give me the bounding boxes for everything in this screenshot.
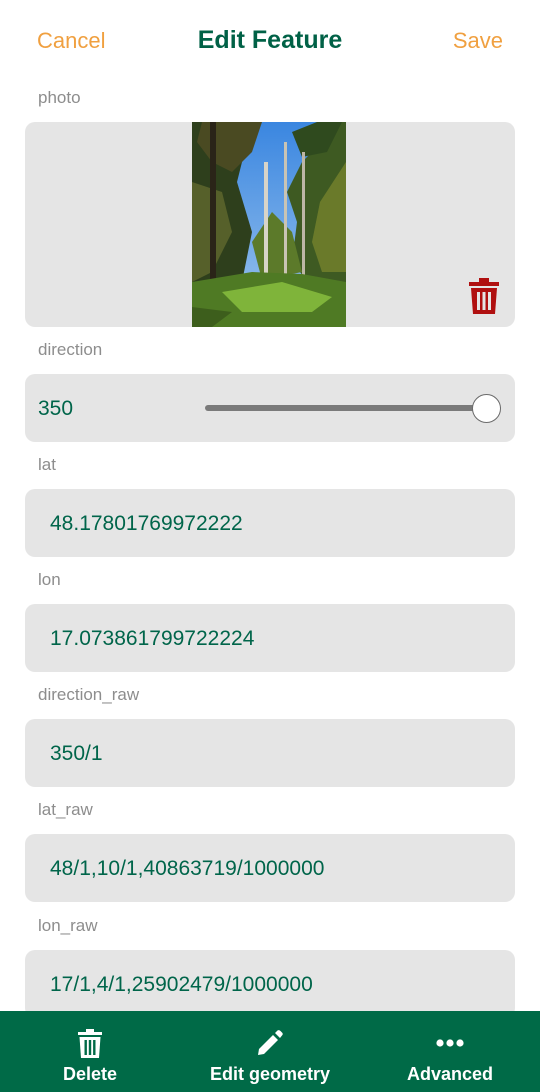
lon-raw-value: 17/1,4/1,25902479/1000000 bbox=[50, 973, 313, 996]
photo-field[interactable] bbox=[25, 122, 515, 327]
lat-raw-label: lat_raw bbox=[38, 800, 93, 819]
delete-label: Delete bbox=[62, 1064, 118, 1084]
photo-thumbnail bbox=[192, 122, 346, 327]
delete-button[interactable]: Delete bbox=[10, 1011, 170, 1092]
lon-raw-label: lon_raw bbox=[38, 916, 98, 935]
edit-feature-screen: Cancel Edit Feature Save photo direction… bbox=[0, 0, 540, 1092]
lat-value: 48.17801769972222 bbox=[50, 512, 243, 535]
save-button[interactable]: Save bbox=[453, 28, 503, 54]
photo-image[interactable] bbox=[192, 122, 346, 327]
lat-label: lat bbox=[38, 455, 56, 474]
lon-raw-input[interactable]: 17/1,4/1,25902479/1000000 bbox=[25, 950, 515, 1018]
direction-label: direction bbox=[38, 340, 103, 359]
advanced-button[interactable]: Advanced bbox=[370, 1011, 530, 1092]
edit-geometry-button[interactable]: Edit geometry bbox=[190, 1011, 350, 1092]
lon-input[interactable]: 17.073861799722224 bbox=[25, 604, 515, 672]
lat-raw-input[interactable]: 48/1,10/1,40863719/1000000 bbox=[25, 834, 515, 902]
advanced-label: Advanced bbox=[406, 1064, 494, 1084]
bottom-toolbar: Delete Edit geometry Advanced bbox=[0, 1011, 540, 1092]
direction-raw-value: 350/1 bbox=[50, 742, 103, 765]
photo-label: photo bbox=[38, 88, 81, 107]
pencil-icon bbox=[257, 1028, 283, 1058]
lon-value: 17.073861799722224 bbox=[50, 627, 255, 650]
direction-value: 350 bbox=[38, 397, 74, 420]
direction-raw-input[interactable]: 350/1 bbox=[25, 719, 515, 787]
lon-label: lon bbox=[38, 570, 61, 589]
direction-field: 350 bbox=[25, 374, 515, 442]
delete-photo-trash-icon[interactable] bbox=[469, 278, 499, 314]
direction-raw-label: direction_raw bbox=[38, 685, 140, 704]
edit-geometry-label: Edit geometry bbox=[209, 1064, 331, 1084]
header: Cancel Edit Feature Save bbox=[0, 0, 540, 82]
direction-slider-thumb[interactable] bbox=[471, 394, 501, 423]
trash-icon bbox=[78, 1028, 102, 1058]
lat-input[interactable]: 48.17801769972222 bbox=[25, 489, 515, 557]
more-horizontal-icon bbox=[436, 1028, 464, 1058]
lat-raw-value: 48/1,10/1,40863719/1000000 bbox=[50, 857, 325, 880]
direction-slider-track[interactable] bbox=[205, 405, 501, 411]
